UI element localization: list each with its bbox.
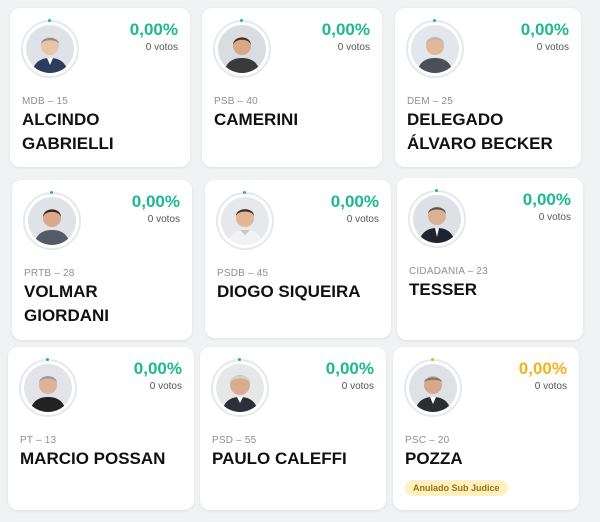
candidate-card[interactable]: 0,00% 0 votos PRTB – 28 VOLMAR GIORDANI <box>12 180 192 340</box>
candidate-card[interactable]: 0,00% 0 votos PSD – 55 PAULO CALEFFI <box>200 347 386 510</box>
candidate-name: PAULO CALEFFI <box>212 449 347 468</box>
candidate-name: ALCINDO GABRIELLI <box>22 110 114 153</box>
vote-count: 0 votos <box>346 214 379 225</box>
party-number: CIDADANIA – 23 <box>409 266 488 277</box>
vote-count: 0 votos <box>147 214 180 225</box>
status-dot <box>240 19 243 22</box>
status-dot <box>433 19 436 22</box>
candidate-photo-icon <box>28 197 76 245</box>
status-dot <box>238 358 241 361</box>
party-number: PSDB – 45 <box>217 268 269 279</box>
party-number: PSB – 40 <box>214 96 258 107</box>
avatar <box>404 359 462 417</box>
party-number: DEM – 25 <box>407 96 454 107</box>
candidate-name: DELEGADO ÁLVARO BECKER <box>407 110 553 153</box>
party-number: PSC – 20 <box>405 435 450 446</box>
vote-percent: 0,00% <box>131 192 180 211</box>
status-dot <box>431 358 434 361</box>
avatar <box>213 20 271 78</box>
candidate-photo-icon <box>413 195 461 243</box>
candidate-card[interactable]: 0,00% 0 votos PSB – 40 CAMERINI <box>202 8 382 167</box>
candidate-photo-icon <box>216 364 264 412</box>
avatar <box>406 20 464 78</box>
party-number: PSD – 55 <box>212 435 257 446</box>
avatar <box>19 359 77 417</box>
vote-count: 0 votos <box>145 42 178 53</box>
party-number: MDB – 15 <box>22 96 69 107</box>
party-number: PRTB – 28 <box>24 268 75 279</box>
vote-percent: 0,00% <box>330 192 379 211</box>
vote-percent: 0,00% <box>325 359 374 378</box>
vote-count: 0 votos <box>341 381 374 392</box>
vote-count: 0 votos <box>149 381 182 392</box>
candidate-card[interactable]: 0,00% 0 votos CIDADANIA – 23 TESSER <box>397 178 583 340</box>
status-dot <box>48 19 51 22</box>
status-dot <box>50 191 53 194</box>
candidate-card[interactable]: 0,00% 0 votos PSC – 20 POZZA Anulado Sub… <box>393 347 579 510</box>
candidate-name: DIOGO SIQUEIRA <box>217 282 361 301</box>
vote-count: 0 votos <box>536 42 569 53</box>
candidate-name: MARCIO POSSAN <box>20 449 166 468</box>
vote-percent: 0,00% <box>133 359 182 378</box>
avatar <box>21 20 79 78</box>
vote-percent: 0,00% <box>129 20 178 39</box>
candidate-photo-icon <box>409 364 457 412</box>
candidate-name: POZZA <box>405 449 463 468</box>
candidate-name: CAMERINI <box>214 110 299 129</box>
candidate-card[interactable]: 0,00% 0 votos PSDB – 45 DIOGO SIQUEIRA <box>205 180 391 338</box>
avatar <box>216 192 274 250</box>
vote-count: 0 votos <box>534 381 567 392</box>
vote-percent: 0,00% <box>518 359 567 378</box>
vote-percent: 0,00% <box>321 20 370 39</box>
status-dot <box>46 358 49 361</box>
vote-count: 0 votos <box>538 212 571 223</box>
party-number: PT – 13 <box>20 435 57 446</box>
vote-percent: 0,00% <box>522 190 571 209</box>
candidate-photo-icon <box>221 197 269 245</box>
status-dot <box>243 191 246 194</box>
avatar <box>23 192 81 250</box>
status-dot <box>435 189 438 192</box>
candidate-card[interactable]: 0,00% 0 votos PT – 13 MARCIO POSSAN <box>8 347 194 510</box>
candidate-name: VOLMAR GIORDANI <box>24 282 109 325</box>
candidate-card[interactable]: 0,00% 0 votos MDB – 15 ALCINDO GABRIELLI <box>10 8 190 167</box>
candidate-photo-icon <box>24 364 72 412</box>
candidate-photo-icon <box>218 25 266 73</box>
candidate-name: TESSER <box>409 280 478 299</box>
candidate-photo-icon <box>411 25 459 73</box>
candidate-photo-icon <box>26 25 74 73</box>
vote-count: 0 votos <box>337 42 370 53</box>
avatar <box>211 359 269 417</box>
avatar <box>408 190 466 248</box>
vote-percent: 0,00% <box>520 20 569 39</box>
status-badge: Anulado Sub Judice <box>405 480 508 496</box>
candidate-card[interactable]: 0,00% 0 votos DEM – 25 DELEGADO ÁLVARO B… <box>395 8 581 167</box>
